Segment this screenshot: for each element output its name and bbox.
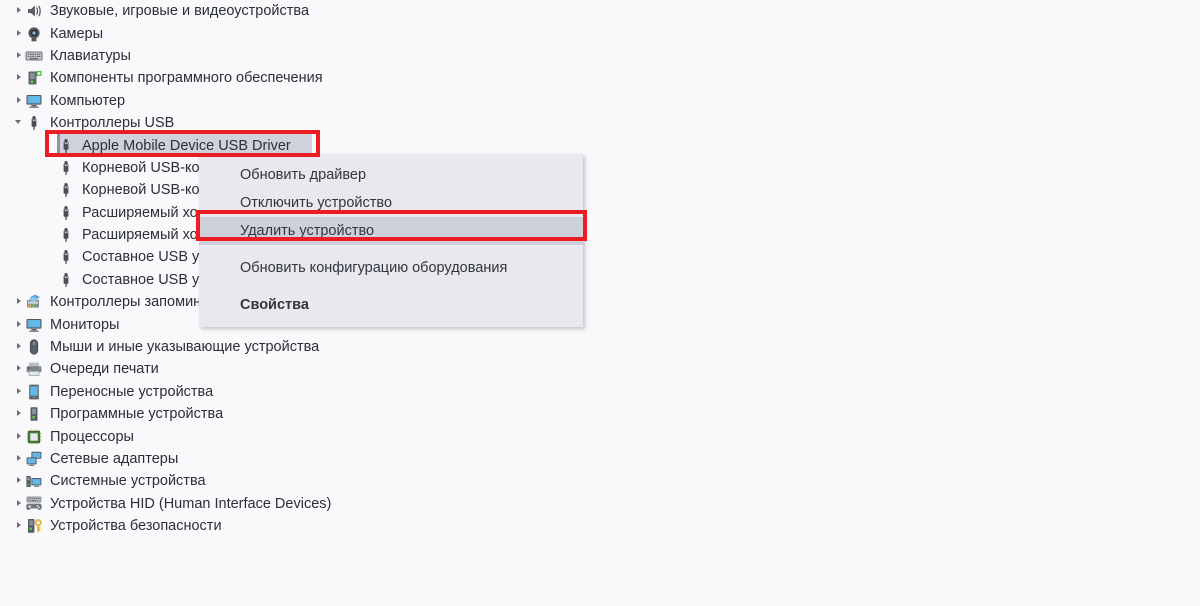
menu-separator-gap [199,282,583,291]
chevron-right-icon[interactable] [14,23,25,45]
security-device-icon [28,519,42,533]
tree-item[interactable]: Очереди печати [0,358,700,380]
chevron-right-icon[interactable] [14,448,25,470]
tree-item-label: Устройства HID (Human Interface Devices) [50,495,332,512]
usb-icon [63,161,69,175]
chevron-right-icon[interactable] [14,358,25,380]
software-component-icon [28,71,42,85]
twisty-placeholder [46,202,57,224]
software-device-icon [30,407,38,422]
portable-device-icon [29,384,39,400]
tree-item-label: Контроллеры USB [50,115,175,132]
tree-item[interactable]: Процессоры [0,425,700,447]
twisty-placeholder [46,179,57,201]
usb-icon [63,228,69,242]
twisty-placeholder [46,269,57,291]
usb-icon [63,273,69,287]
twisty-placeholder [46,246,57,268]
tree-item[interactable]: Системные устройства [0,470,700,492]
chevron-right-icon[interactable] [14,291,25,313]
context-menu-item-label: Удалить устройство [240,223,375,239]
context-menu-item[interactable]: Отключить устройство [199,189,583,217]
camera-icon [28,26,40,41]
tree-item-label: Устройства безопасности [50,518,222,535]
tree-item-label: Сетевые адаптеры [50,451,179,467]
tree-item-label: Мыши и иные указывающие устройства [50,339,320,356]
context-menu-item-label: Свойства [240,297,309,313]
tree-item[interactable]: Программные устройства [0,403,700,425]
tree-item-label: Компьютер [50,92,126,109]
tree-item[interactable]: Устройства безопасности [0,515,700,537]
tree-item[interactable]: Мыши и иные указывающие устройства [0,336,700,358]
context-menu-item[interactable]: Обновить конфигурацию оборудования [199,254,583,282]
tree-item-label: Программные устройства [50,406,224,423]
storage-controller-icon [27,294,40,308]
context-menu-item-label: Обновить драйвер [240,167,367,183]
speaker-icon [28,5,41,17]
chevron-right-icon[interactable] [14,426,25,448]
tree-item-label: Очереди печати [50,361,159,378]
tree-item[interactable]: Сетевые адаптеры [0,448,700,470]
network-adapter-icon [26,451,42,466]
chevron-down-icon[interactable] [14,112,25,134]
usb-icon [63,138,69,153]
context-menu-item-label: Обновить конфигурацию оборудования [240,260,508,276]
printer-icon [26,363,42,377]
monitor-icon [26,318,42,332]
tree-item-label: Процессоры [50,428,134,445]
tree-item[interactable]: Переносные устройства [0,381,700,403]
twisty-placeholder [46,224,57,246]
context-menu-item-label: Отключить устройство [240,195,393,211]
chevron-right-icon[interactable] [14,381,25,403]
twisty-placeholder [46,157,57,179]
keyboard-icon [25,51,43,61]
usb-icon [63,250,69,265]
usb-icon [31,116,37,130]
chevron-right-icon[interactable] [14,67,25,89]
processor-icon [26,429,42,445]
chevron-right-icon[interactable] [14,470,25,492]
context-menu-item[interactable]: Удалить устройство [199,217,583,245]
tree-item-label: Мониторы [50,316,120,333]
tree-item[interactable]: Устройства HID (Human Interface Devices) [0,493,700,515]
hid-gamepad-icon [26,496,42,510]
tree-item[interactable]: Контроллеры USB [0,112,700,134]
tree-item-label: Звуковые, игровые и видеоустройства [50,3,310,20]
tree-item-label: Компоненты программного обеспечения [50,70,323,87]
context-menu-item[interactable]: Свойства [199,291,583,319]
chevron-right-icon[interactable] [14,336,25,358]
chevron-right-icon[interactable] [14,0,25,22]
tree-item[interactable]: Звуковые, игровые и видеоустройства [0,0,700,22]
tree-item[interactable]: Компьютер [0,90,700,112]
usb-icon [63,183,69,198]
chevron-right-icon[interactable] [14,314,25,336]
system-device-icon [26,476,42,488]
chevron-right-icon[interactable] [14,515,25,537]
tree-item[interactable]: Компоненты программного обеспечения [0,67,700,89]
context-menu[interactable]: Обновить драйвер Отключить устройство Удал… [199,154,583,327]
chevron-right-icon[interactable] [14,90,25,112]
chevron-right-icon[interactable] [14,45,25,67]
tree-item-label: Камеры [50,25,104,42]
chevron-right-icon[interactable] [14,403,25,425]
tree-item[interactable]: Камеры [0,22,700,44]
menu-separator-gap [199,245,583,254]
tree-item[interactable]: Клавиатуры [0,45,700,67]
usb-icon [63,206,69,220]
tree-item-label: Apple Mobile Device USB Driver [82,137,291,154]
tree-item-label: Клавиатуры [50,47,131,64]
tree-item-label: Переносные устройства [50,383,214,400]
chevron-right-icon[interactable] [14,493,25,515]
computer-icon [26,94,42,108]
tree-item-label: Системные устройства [50,473,206,490]
context-menu-item[interactable]: Обновить драйвер [199,161,583,189]
twisty-placeholder [46,135,57,157]
mouse-icon [29,339,39,355]
